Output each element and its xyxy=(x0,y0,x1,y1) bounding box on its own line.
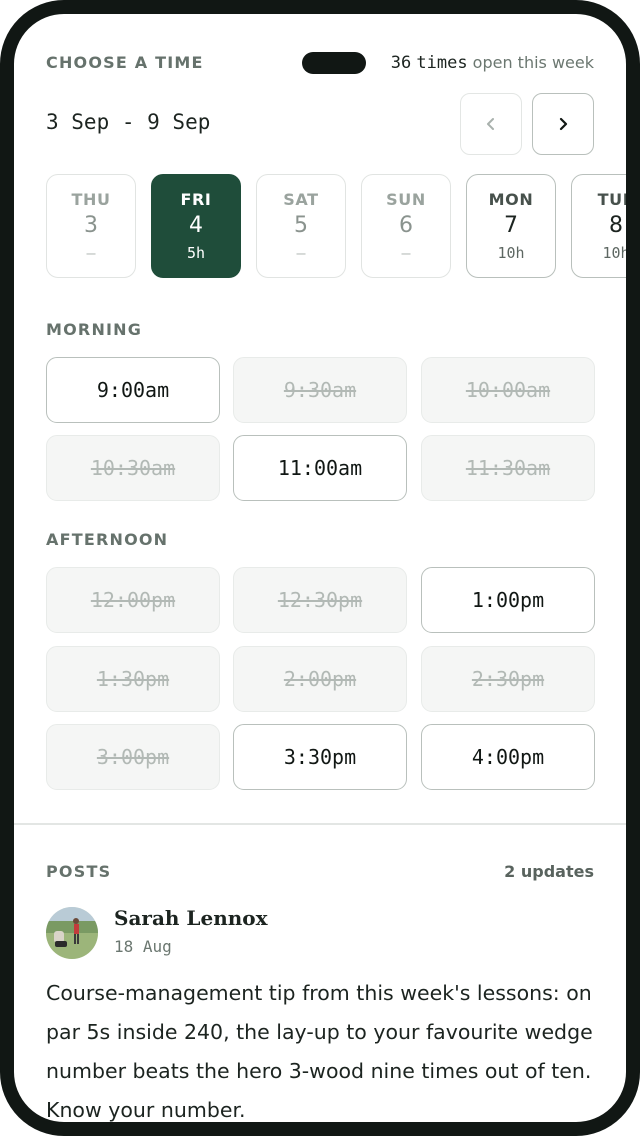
day-thu[interactable]: THU 3 — xyxy=(46,174,136,278)
day-name: FRI xyxy=(180,190,212,209)
day-name: SUN xyxy=(386,190,426,209)
time-slot-unavailable: 1:30pm xyxy=(46,646,220,712)
avatar-photo xyxy=(46,907,98,959)
time-slot[interactable]: 9:00am xyxy=(46,357,220,423)
time-slot-unavailable: 10:30am xyxy=(46,435,220,501)
day-hours: — xyxy=(401,244,411,262)
time-slot-unavailable: 11:30am xyxy=(421,435,595,501)
time-slot-unavailable: 3:00pm xyxy=(46,724,220,790)
day-name: THU xyxy=(71,190,111,209)
day-number: 5 xyxy=(294,213,308,238)
day-mon[interactable]: MON 7 10h xyxy=(466,174,556,278)
phone-frame: CHOOSE A TIME 36 times open this week 3 … xyxy=(0,0,640,1136)
day-number: 6 xyxy=(399,213,413,238)
time-slot-unavailable: 12:30pm xyxy=(233,567,407,633)
day-number: 3 xyxy=(84,213,98,238)
day-picker: THU 3 — FRI 4 5h SAT 5 — SUN 6 — MON 7 1… xyxy=(46,174,626,280)
day-fri[interactable]: FRI 4 5h xyxy=(151,174,241,278)
post-author[interactable]: Sarah Lennox xyxy=(114,906,268,930)
open-times-suffix: open this week xyxy=(472,53,594,72)
screen: CHOOSE A TIME 36 times open this week 3 … xyxy=(14,14,626,1122)
day-sat[interactable]: SAT 5 — xyxy=(256,174,346,278)
time-slot[interactable]: 3:30pm xyxy=(233,724,407,790)
post-date: 18 Aug xyxy=(114,937,172,956)
day-name: TUE xyxy=(597,190,626,209)
section-divider xyxy=(14,823,626,825)
day-sun[interactable]: SUN 6 — xyxy=(361,174,451,278)
day-number: 8 xyxy=(609,213,623,238)
previous-week-button[interactable] xyxy=(460,93,522,155)
time-slot-unavailable: 2:30pm xyxy=(421,646,595,712)
time-slot-unavailable: 2:00pm xyxy=(233,646,407,712)
day-tue[interactable]: TUE 8 10h xyxy=(571,174,626,278)
posts-heading: POSTS xyxy=(46,862,112,881)
open-times-count: 36 xyxy=(390,53,412,73)
day-hours: — xyxy=(86,244,96,262)
open-times-unit: times xyxy=(416,53,468,73)
next-week-button[interactable] xyxy=(532,93,594,155)
chevron-left-icon xyxy=(487,118,494,130)
open-times-summary: 36 times open this week xyxy=(391,53,594,73)
time-slot-unavailable: 12:00pm xyxy=(46,567,220,633)
afternoon-heading: AFTERNOON xyxy=(46,530,169,549)
time-slot[interactable]: 1:00pm xyxy=(421,567,595,633)
day-name: MON xyxy=(488,190,534,209)
time-slot[interactable]: 4:00pm xyxy=(421,724,595,790)
morning-heading: MORNING xyxy=(46,320,143,339)
updates-count: 2 updates xyxy=(504,862,594,881)
week-range: 3 Sep - 9 Sep xyxy=(46,110,211,134)
day-name: SAT xyxy=(283,190,319,209)
post-body: Course-management tip from this week's l… xyxy=(46,981,593,1122)
day-number: 7 xyxy=(504,213,518,238)
day-hours: 10h xyxy=(602,244,626,262)
day-hours: 5h xyxy=(186,244,206,262)
choose-time-heading: CHOOSE A TIME xyxy=(46,53,204,72)
time-slot-unavailable: 10:00am xyxy=(421,357,595,423)
day-number: 4 xyxy=(189,213,203,238)
time-slot[interactable]: 11:00am xyxy=(233,435,407,501)
time-slot-unavailable: 9:30am xyxy=(233,357,407,423)
day-hours: 10h xyxy=(497,244,525,262)
chevron-right-icon xyxy=(559,117,568,131)
camera-notch xyxy=(302,52,366,74)
author-avatar[interactable] xyxy=(46,907,98,959)
day-hours: — xyxy=(296,244,306,262)
